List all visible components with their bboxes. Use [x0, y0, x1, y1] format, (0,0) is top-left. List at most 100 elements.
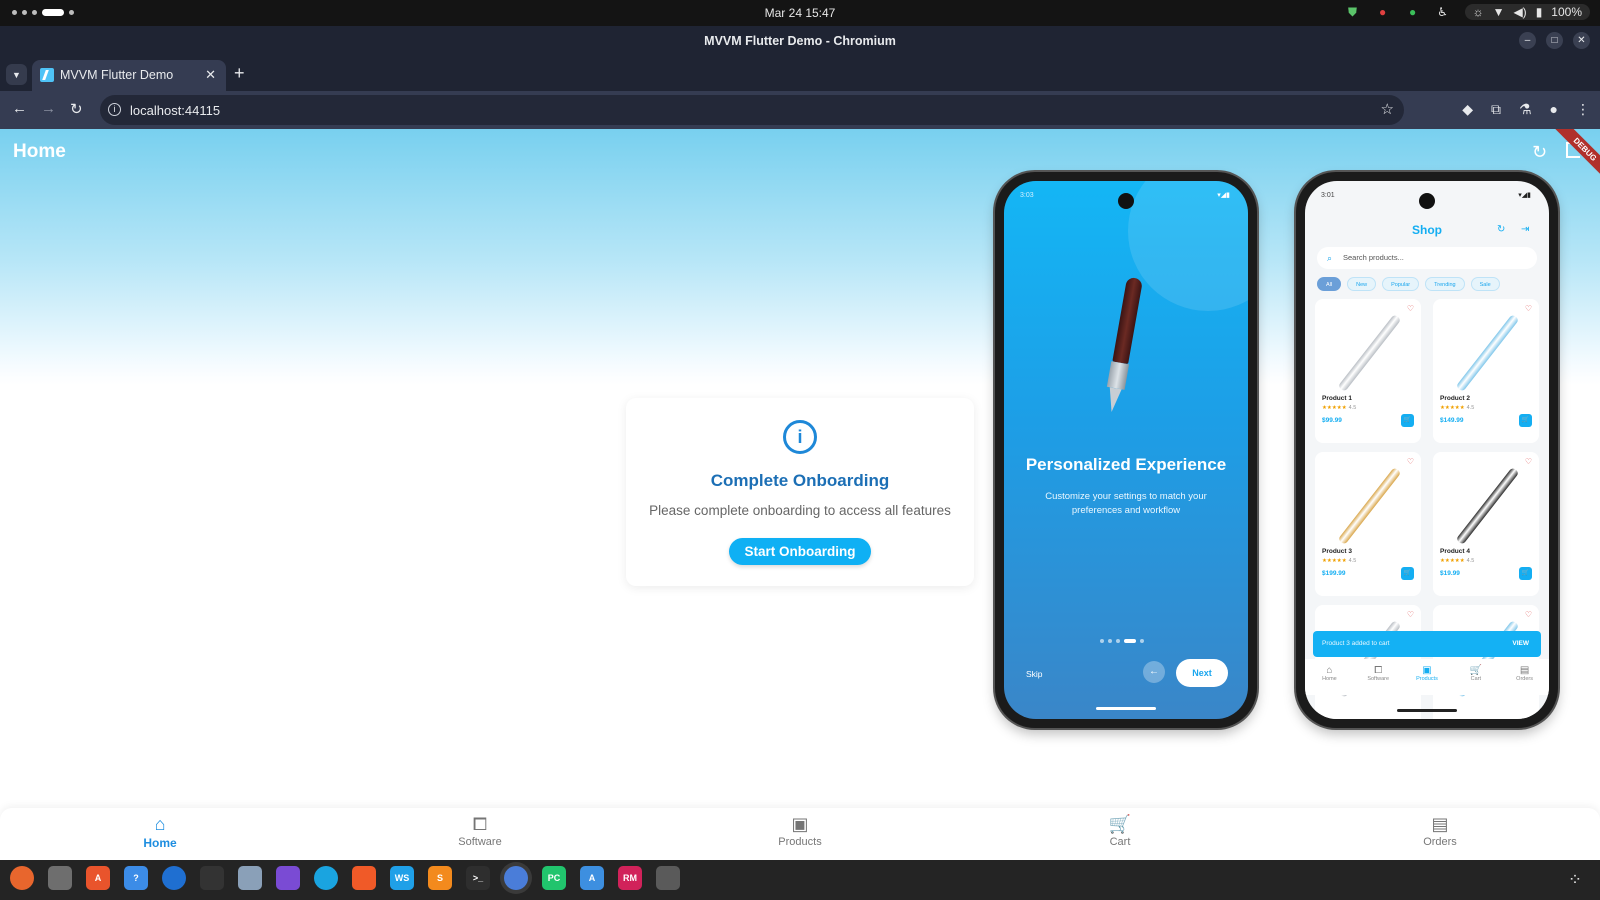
filter-chip[interactable]: Popular [1382, 277, 1420, 291]
android-studio-icon[interactable]: A [580, 866, 604, 890]
filter-chip[interactable]: All [1317, 277, 1342, 291]
firefox-icon[interactable] [10, 866, 34, 890]
nav-item-label: Software [458, 836, 502, 848]
webstorm-icon[interactable]: WS [390, 866, 414, 890]
favorite-heart-icon[interactable]: ♡ [1525, 610, 1532, 619]
rubymine-icon[interactable]: RM [618, 866, 642, 890]
shop-nav-item-home[interactable]: ⌂ Home [1305, 659, 1354, 695]
accessibility-icon[interactable]: ♿ [1435, 4, 1451, 20]
camera-icon [1419, 193, 1435, 209]
volume-icon: ◀) [1513, 5, 1527, 19]
nav-item-orders[interactable]: ▤ Orders [1380, 814, 1500, 848]
product-card[interactable]: ♡ Product 1 ★★★★★ 4.5 $99.99 🛒 [1315, 299, 1421, 443]
favorite-heart-icon[interactable]: ♡ [1407, 610, 1414, 619]
sublime-text-icon[interactable]: S [428, 866, 452, 890]
close-window-button[interactable]: ✕ [1573, 32, 1590, 49]
show-apps-icon[interactable]: ⁘ [1564, 869, 1586, 891]
nav-item-software[interactable]: ⧠ Software [420, 814, 540, 848]
window-titlebar[interactable]: MVVM Flutter Demo - Chromium – □ ✕ [0, 26, 1600, 56]
site-info-icon[interactable]: i [108, 103, 121, 116]
product-card[interactable]: ♡ Product 4 ★★★★★ 4.5 $19.99 🛒 [1433, 452, 1539, 596]
bookmark-star-icon[interactable]: ☆ [1381, 100, 1394, 118]
chrome-menu-icon[interactable]: ⋮ [1576, 101, 1590, 118]
shop-nav-item-products[interactable]: ▣ Products [1403, 659, 1452, 695]
page-dot [1124, 639, 1136, 643]
profile-icon[interactable]: ● [1550, 101, 1558, 118]
tab-search-button[interactable]: ▼ [6, 64, 27, 85]
back-arrow-icon[interactable]: ← [1143, 661, 1165, 683]
add-to-cart-button[interactable]: 🛒 [1519, 567, 1532, 580]
software-icon: ⧠ [1374, 665, 1383, 676]
product-card[interactable]: ♡ Product 3 ★★★★★ 4.5 $199.99 🛒 [1315, 452, 1421, 596]
start-onboarding-button[interactable]: Start Onboarding [729, 538, 871, 565]
back-icon[interactable]: ← [12, 100, 27, 117]
onboarding-card: i Complete Onboarding Please complete on… [626, 398, 974, 586]
files-icon[interactable] [48, 866, 72, 890]
terminal-icon[interactable]: >_ [466, 866, 490, 890]
extension-red-icon[interactable]: ● [1375, 4, 1391, 20]
search-input[interactable]: ⌕ Search products... [1317, 247, 1537, 269]
reload-icon[interactable]: ↻ [70, 100, 83, 118]
image-viewer-icon[interactable] [238, 866, 262, 890]
filter-chip[interactable]: Sale [1470, 277, 1500, 291]
brave-icon[interactable] [352, 866, 376, 890]
system-menu[interactable]: ☼ ▼ ◀) ▮ 100% [1464, 4, 1590, 20]
nav-item-cart[interactable]: 🛒 Cart [1060, 814, 1180, 848]
edge-icon[interactable] [314, 866, 338, 890]
home-icon: ⌂ [1326, 665, 1333, 676]
page-dot [1100, 639, 1104, 643]
address-bar[interactable]: i localhost:44115 ☆ [100, 95, 1404, 125]
nav-item-label: Products [778, 836, 822, 848]
logout-icon[interactable]: ⇥ [1521, 224, 1529, 235]
app-center-icon[interactable]: A [86, 866, 110, 890]
help-icon[interactable]: ? [124, 866, 148, 890]
favorite-heart-icon[interactable]: ♡ [1407, 304, 1414, 313]
filter-chip[interactable]: Trending [1425, 277, 1465, 291]
refresh-icon[interactable]: ↻ [1532, 142, 1547, 163]
add-to-cart-button[interactable]: 🛒 [1401, 414, 1414, 427]
add-to-cart-button[interactable]: 🛒 [1519, 414, 1532, 427]
skip-button[interactable]: Skip [1026, 669, 1043, 679]
page-dot [1140, 639, 1144, 643]
tab-close-icon[interactable]: ✕ [205, 67, 216, 83]
home-icon: ⌂ [154, 814, 166, 834]
forward-icon[interactable]: → [41, 100, 56, 117]
chromium-icon[interactable] [504, 866, 528, 890]
cart-icon: 🛒 [1469, 665, 1483, 676]
filter-chip[interactable]: New [1347, 277, 1377, 291]
favorite-heart-icon[interactable]: ♡ [1525, 304, 1532, 313]
shop-nav-item-orders[interactable]: ▤ Orders [1500, 659, 1549, 695]
thunderbird-icon[interactable] [162, 866, 186, 890]
product-card[interactable]: ♡ Product 2 ★★★★★ 4.5 $149.99 🛒 [1433, 299, 1539, 443]
browser-tab[interactable]: MVVM Flutter Demo ✕ [32, 60, 226, 91]
maximize-button[interactable]: □ [1546, 32, 1563, 49]
next-button[interactable]: Next [1176, 659, 1228, 687]
sync-green-icon[interactable]: ● [1405, 4, 1421, 20]
extensions-icon[interactable]: ⧉ [1491, 101, 1501, 118]
pycharm-icon[interactable]: PC [542, 866, 566, 890]
add-to-cart-button[interactable]: 🛒 [1401, 567, 1414, 580]
nav-item-home[interactable]: ⌂ Home [100, 814, 220, 850]
new-tab-button[interactable]: + [234, 63, 245, 84]
labs-flask-icon[interactable]: ⚗ [1519, 101, 1532, 118]
brightness-icon: ☼ [1472, 5, 1484, 19]
page-indicator [1100, 639, 1144, 643]
favorite-heart-icon[interactable]: ♡ [1407, 457, 1414, 466]
minimize-button[interactable]: – [1519, 32, 1536, 49]
refresh-icon[interactable]: ↻ [1497, 224, 1505, 235]
shop-nav-item-software[interactable]: ⧠ Software [1354, 659, 1403, 695]
nav-item-products[interactable]: ▣ Products [740, 814, 860, 848]
phone-mockup-onboarding: 3:03 ▾◢▮ Personalized Experience Customi… [995, 172, 1257, 728]
favorite-heart-icon[interactable]: ♡ [1525, 457, 1532, 466]
text-editor-icon[interactable] [200, 866, 224, 890]
url-text[interactable]: localhost:44115 [130, 103, 220, 118]
nav-item-label: Home [143, 836, 177, 850]
ubuntu-dock: A? WS S >_ PC A RM ⁘ [0, 860, 1600, 900]
shop-nav-item-cart[interactable]: 🛒 Cart [1451, 659, 1500, 695]
snackbar-view-button[interactable]: VIEW [1512, 631, 1529, 657]
extension-puzzle-icon[interactable]: ◆ [1462, 101, 1473, 118]
shield-icon[interactable]: ⛊ [1345, 4, 1361, 20]
obsidian-icon[interactable] [276, 866, 300, 890]
trash-icon[interactable] [656, 866, 680, 890]
product-rating: ★★★★★ 4.5 [1322, 405, 1357, 411]
